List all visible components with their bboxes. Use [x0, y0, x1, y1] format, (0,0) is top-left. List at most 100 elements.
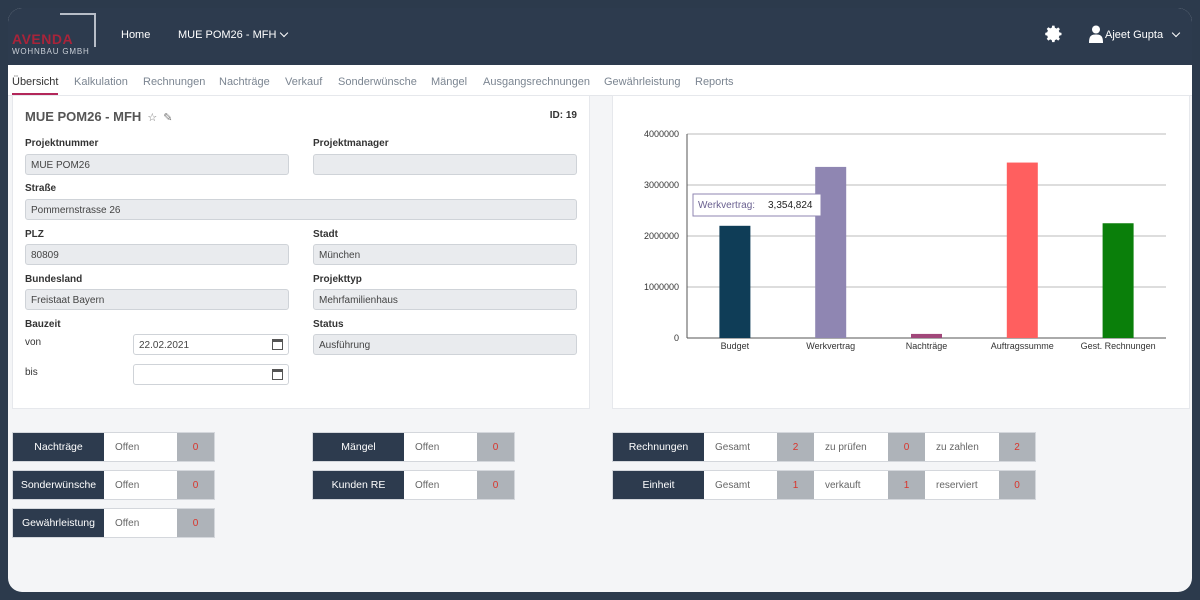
- bundesland-label: Bundesland: [25, 274, 83, 285]
- user-menu[interactable]: Ajeet Gupta: [1105, 29, 1163, 41]
- widget-count-zu-zahlen: 2: [999, 433, 1035, 461]
- widget-head: Mängel: [313, 433, 404, 461]
- top-navbar: AVENDA WOHNBAU GMBH Home MUE POM26 - MFH…: [8, 8, 1192, 65]
- widget-nachtraege[interactable]: Nachträge Offen 0: [12, 432, 215, 462]
- tab-rechnungen[interactable]: Rechnungen: [143, 76, 205, 88]
- project-id: ID: 19: [549, 110, 577, 121]
- widget-einheit[interactable]: Einheit Gesamt 1 verkauft 1 reserviert 0: [612, 470, 1036, 500]
- stadt-field[interactable]: München: [313, 244, 577, 265]
- widget-label-zu-pruefen: zu prüfen: [814, 433, 888, 461]
- widget-head: Einheit: [613, 471, 704, 499]
- tab-reports[interactable]: Reports: [695, 76, 734, 88]
- tab-sonderwuensche[interactable]: Sonderwünsche: [338, 76, 417, 88]
- calendar-icon[interactable]: [272, 339, 283, 350]
- widget-count: 0: [177, 509, 214, 537]
- widget-rechnungen[interactable]: Rechnungen Gesamt 2 zu prüfen 0 zu zahle…: [612, 432, 1036, 462]
- bar-chart: 0 1000000 2000000 3000000 4000000 Budget Werkv…: [644, 129, 1166, 351]
- bundesland-field[interactable]: Freistaat Bayern: [25, 289, 289, 310]
- project-title-text: MUE POM26 - MFH: [25, 109, 142, 124]
- y-tick-label: 1000000: [644, 282, 679, 292]
- y-tick-label: 4000000: [644, 129, 679, 139]
- logo[interactable]: AVENDA WOHNBAU GMBH: [12, 11, 98, 61]
- von-label: von: [25, 337, 42, 348]
- widget-count: 0: [177, 471, 214, 499]
- project-details-card: MUE POM26 - MFH ☆ ✎ ID: 19 Projektnummer…: [12, 95, 590, 409]
- projektnummer-field[interactable]: MUE POM26: [25, 154, 289, 175]
- plz-field[interactable]: 80809: [25, 244, 289, 265]
- logo-name: AVENDA: [12, 31, 74, 47]
- strasse-field[interactable]: Pommernstrasse 26: [25, 199, 577, 220]
- y-tick-label: 0: [674, 333, 679, 343]
- pencil-icon[interactable]: ✎: [160, 112, 172, 124]
- tooltip-value: 3,354,824: [768, 200, 813, 211]
- widget-status: Offen: [404, 471, 477, 499]
- bar-gest-rechnungen[interactable]: [1102, 223, 1134, 338]
- projektmanager-field[interactable]: [313, 154, 577, 175]
- widget-count-reserviert: 0: [999, 471, 1035, 499]
- tab-maengel[interactable]: Mängel: [431, 76, 467, 88]
- widget-label-zu-zahlen: zu zahlen: [925, 433, 999, 461]
- widget-label-gesamt: Gesamt: [704, 433, 777, 461]
- widget-gewaehrleistung[interactable]: Gewährleistung Offen 0: [12, 508, 215, 538]
- widget-status: Offen: [104, 433, 177, 461]
- x-tick-label: Budget: [721, 341, 750, 351]
- widget-head: Rechnungen: [613, 433, 704, 461]
- von-date-field[interactable]: 22.02.2021: [133, 334, 289, 355]
- calendar-icon[interactable]: [272, 369, 283, 380]
- tooltip-label: Werkvertrag:: [698, 200, 755, 211]
- widget-label-reserviert: reserviert: [925, 471, 999, 499]
- status-field[interactable]: Ausführung: [313, 334, 577, 355]
- widget-head: Nachträge: [13, 433, 104, 461]
- widget-count-verkauft: 1: [888, 471, 925, 499]
- widget-head: Sonderwünsche: [13, 471, 104, 499]
- bis-date-field[interactable]: [133, 364, 289, 385]
- bar-werkvertrag[interactable]: [815, 166, 847, 338]
- widget-label-verkauft: verkauft: [814, 471, 888, 499]
- bar-nachtr-ge[interactable]: [911, 333, 942, 338]
- von-date-value: 22.02.2021: [139, 340, 190, 351]
- app-window: AVENDA WOHNBAU GMBH Home MUE POM26 - MFH…: [8, 8, 1192, 592]
- plz-label: PLZ: [25, 229, 44, 240]
- tab-nachtraege[interactable]: Nachträge: [219, 76, 270, 88]
- chevron-down-icon: [280, 28, 289, 38]
- tab-bar: Übersicht Kalkulation Rechnungen Nachträ…: [8, 65, 1192, 96]
- bauzeit-label: Bauzeit: [25, 319, 61, 330]
- widget-count: 0: [477, 471, 514, 499]
- projekttyp-label: Projekttyp: [313, 274, 362, 285]
- logo-subtitle: WOHNBAU GMBH: [12, 47, 90, 56]
- widget-count-gesamt: 1: [777, 471, 814, 499]
- tab-verkauf[interactable]: Verkauf: [285, 76, 322, 88]
- widget-count-gesamt: 2: [777, 433, 814, 461]
- widget-kunden-re[interactable]: Kunden RE Offen 0: [312, 470, 515, 500]
- widget-head: Gewährleistung: [13, 509, 104, 537]
- nav-project-dropdown[interactable]: MUE POM26 - MFH: [178, 28, 289, 41]
- x-tick-label: Gest. Rechnungen: [1081, 341, 1156, 351]
- y-tick-label: 3000000: [644, 180, 679, 190]
- chevron-down-icon[interactable]: [1171, 28, 1181, 38]
- widget-status: Offen: [104, 471, 177, 499]
- y-tick-label: 2000000: [644, 231, 679, 241]
- project-title: MUE POM26 - MFH ☆ ✎: [25, 109, 173, 124]
- bar-budget[interactable]: [719, 225, 751, 338]
- tab-ausgangsrechnungen[interactable]: Ausgangsrechnungen: [483, 76, 590, 88]
- bar-auftragssumme[interactable]: [1006, 162, 1038, 338]
- stadt-label: Stadt: [313, 229, 338, 240]
- tab-kalkulation[interactable]: Kalkulation: [74, 76, 128, 88]
- tab-gewaehrleistung[interactable]: Gewährleistung: [604, 76, 680, 88]
- projekttyp-field[interactable]: Mehrfamilienhaus: [313, 289, 577, 310]
- nav-project-label: MUE POM26 - MFH: [178, 29, 277, 41]
- projektnummer-label: Projektnummer: [25, 138, 99, 149]
- nav-home[interactable]: Home: [121, 29, 150, 41]
- widget-maengel[interactable]: Mängel Offen 0: [312, 432, 515, 462]
- star-icon[interactable]: ☆: [144, 112, 157, 124]
- tab-uebersicht[interactable]: Übersicht: [12, 76, 58, 88]
- x-tick-label: Werkvertrag: [806, 341, 855, 351]
- widget-label-gesamt: Gesamt: [704, 471, 777, 499]
- bis-label: bis: [25, 367, 38, 378]
- financial-chart-card: 0 1000000 2000000 3000000 4000000 Budget Werkv…: [612, 95, 1190, 409]
- x-tick-label: Nachträge: [906, 341, 948, 351]
- widget-sonderwuensche[interactable]: Sonderwünsche Offen 0: [12, 470, 215, 500]
- x-tick-label: Auftragssumme: [991, 341, 1054, 351]
- widget-count-zu-pruefen: 0: [888, 433, 925, 461]
- gear-icon[interactable]: [1044, 24, 1064, 44]
